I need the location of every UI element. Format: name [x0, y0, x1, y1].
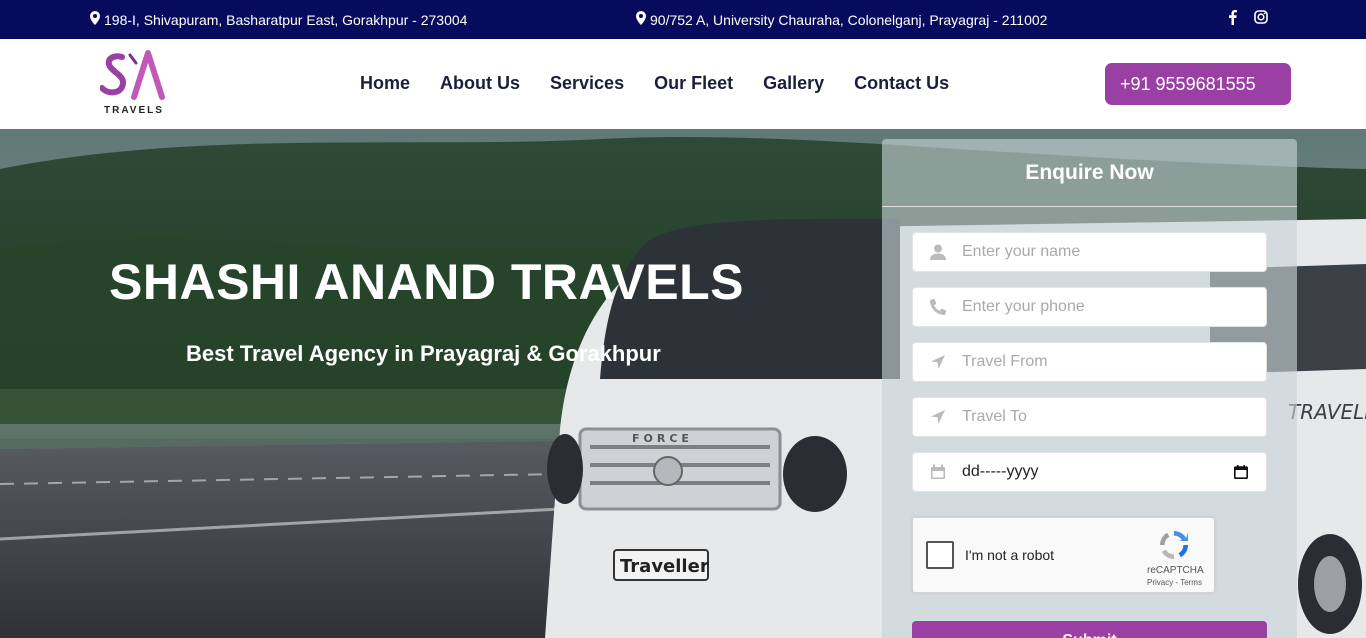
address-text: 90/752 A, University Chauraha, Colonelga…: [650, 11, 1048, 28]
recaptcha-widget: I'm not a robot reCAPTCHA Privacy - Term…: [912, 517, 1215, 593]
address-text: 198-I, Shivapuram, Basharatpur East, Gor…: [104, 11, 468, 28]
address-prayagraj: 90/752 A, University Chauraha, Colonelga…: [636, 11, 1047, 28]
form-divider: [882, 206, 1297, 207]
svg-text:FORCE: FORCE: [632, 432, 693, 445]
recaptcha-checkbox[interactable]: [926, 541, 954, 569]
form-title: Enquire Now: [1025, 161, 1154, 184]
hero-section: Traveller FORCE TRAVELLE SHASHI ANAND TR…: [0, 129, 1366, 638]
date-value: dd-----yyyy: [962, 463, 1039, 480]
travel-to-placeholder: Travel To: [962, 408, 1027, 425]
nav-home[interactable]: Home: [360, 73, 410, 94]
recaptcha-label: I'm not a robot: [965, 547, 1055, 563]
submit-button[interactable]: Submit: [912, 621, 1267, 638]
hero-title: SHASHI ANAND TRAVELS: [109, 254, 745, 310]
date-picker-icon[interactable]: [1234, 465, 1248, 484]
map-marker-icon: [636, 11, 646, 28]
nav-about-us[interactable]: About Us: [440, 73, 520, 94]
enquiry-form: Enquire Now Enter your name Enter your p…: [882, 139, 1297, 638]
travel-to-field[interactable]: Travel To: [912, 397, 1267, 437]
nav-contact-us[interactable]: Contact Us: [854, 73, 949, 94]
social-links: [1226, 9, 1268, 25]
logo-mark: [100, 50, 165, 100]
travel-from-placeholder: Travel From: [962, 353, 1048, 370]
nav-our-fleet[interactable]: Our Fleet: [654, 73, 733, 94]
calendar-icon: [929, 463, 947, 481]
brand-logo[interactable]: TRAVELS: [100, 49, 170, 119]
nav-menu: Home About Us Services Our Fleet Gallery…: [360, 73, 949, 94]
svg-text:TRAVELLE: TRAVELLE: [1288, 400, 1366, 424]
nav-services[interactable]: Services: [550, 73, 624, 94]
travel-from-field[interactable]: Travel From: [912, 342, 1267, 382]
facebook-icon[interactable]: [1226, 9, 1240, 25]
nav-gallery[interactable]: Gallery: [763, 73, 824, 94]
top-info-bar: 198-I, Shivapuram, Basharatpur East, Gor…: [0, 0, 1366, 39]
phone-field[interactable]: Enter your phone: [912, 287, 1267, 327]
name-field[interactable]: Enter your name: [912, 232, 1267, 272]
location-arrow-icon: [929, 408, 947, 426]
main-navbar: TRAVELS Home About Us Services Our Fleet…: [0, 39, 1366, 129]
hero-subtitle: Best Travel Agency in Prayagraj & Gorakh…: [186, 341, 661, 366]
location-arrow-icon: [929, 353, 947, 371]
recaptcha-icon: [1160, 531, 1188, 559]
name-placeholder: Enter your name: [962, 243, 1081, 260]
recaptcha-privacy-terms[interactable]: Privacy - Terms: [1147, 578, 1202, 587]
recaptcha-brand: reCAPTCHA: [1147, 565, 1204, 576]
phone-icon: [929, 298, 947, 316]
logo-wordmark: TRAVELS: [104, 105, 164, 116]
user-icon: [929, 243, 947, 261]
instagram-icon[interactable]: [1254, 9, 1268, 25]
map-marker-icon: [90, 11, 100, 28]
travel-date-field[interactable]: dd-----yyyy: [912, 452, 1267, 492]
svg-text:Traveller: Traveller: [620, 556, 709, 577]
address-gorakhpur: 198-I, Shivapuram, Basharatpur East, Gor…: [90, 11, 467, 28]
call-phone-button[interactable]: +91 9559681555: [1105, 63, 1291, 105]
phone-placeholder: Enter your phone: [962, 298, 1085, 315]
